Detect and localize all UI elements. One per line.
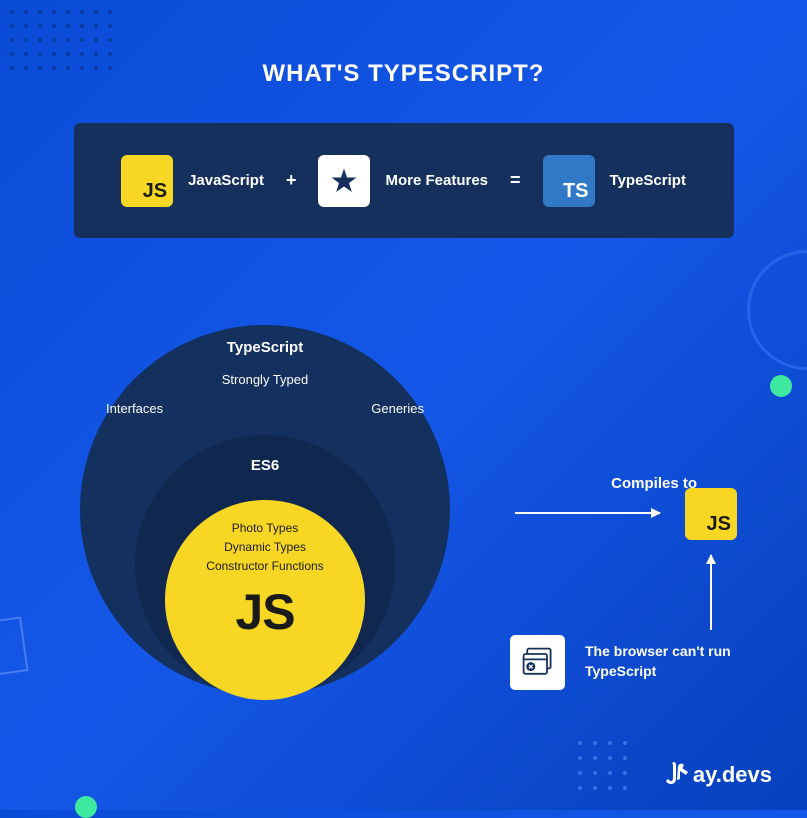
equation-item-typescript: TS TypeScript [543, 155, 686, 207]
venn-ts-subtitle: Strongly Typed [80, 372, 450, 387]
plus-operator: + [286, 170, 297, 191]
venn-circle-js: Photo Types Dynamic Types Constructor Fu… [165, 500, 365, 700]
venn-js-line: Photo Types [165, 521, 365, 535]
browser-message: The browser can't run TypeScript [585, 642, 735, 681]
decor-green-dot [75, 796, 97, 818]
venn-js-big-label: JS [165, 583, 365, 641]
browser-icon [510, 635, 565, 690]
js-icon: JS [121, 155, 173, 207]
ts-icon: TS [543, 155, 595, 207]
equation-label: JavaScript [188, 172, 264, 189]
decor-green-dot [770, 375, 792, 397]
arrow-horizontal-icon [515, 512, 660, 514]
decor-dots-top-left [10, 10, 112, 70]
equation-label: TypeScript [610, 172, 686, 189]
venn-diagram: TypeScript Strongly Typed Interfaces Gen… [80, 325, 480, 725]
decor-circle-right [747, 250, 807, 370]
venn-ts-title: TypeScript [80, 339, 450, 356]
equation-label: More Features [385, 172, 488, 189]
brand-logo: ay.devs [665, 760, 772, 790]
brand-text: ay.devs [693, 762, 772, 788]
compiles-to-label: Compiles to [611, 475, 697, 492]
equals-operator: = [510, 170, 521, 191]
decor-dots-bottom-right [578, 741, 627, 790]
venn-es6-title: ES6 [135, 457, 395, 474]
venn-ts-interfaces: Interfaces [106, 401, 163, 416]
decor-square-left [0, 616, 29, 678]
equation-box: JS JavaScript + More Features = TS TypeS… [74, 123, 734, 238]
star-icon [318, 155, 370, 207]
equation-item-javascript: JS JavaScript [121, 155, 264, 207]
arrow-vertical-icon [710, 555, 712, 630]
venn-js-line: Constructor Functions [165, 559, 365, 573]
js-output-icon: JS [685, 488, 737, 540]
page-title: WHAT'S TYPESCRIPT? [0, 0, 807, 88]
equation-item-features: More Features [318, 155, 488, 207]
venn-js-line: Dynamic Types [165, 540, 365, 554]
venn-ts-generics: Generies [371, 401, 424, 416]
